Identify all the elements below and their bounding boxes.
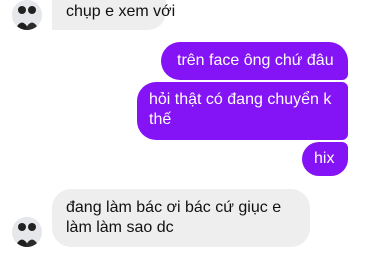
message-text: hỏi thật có đang chuyển k thế — [149, 91, 332, 128]
message-text: đang làm bác ơi bác cứ giục e làm làm sa… — [66, 199, 282, 236]
message-bubble-outgoing[interactable]: hỏi thật có đang chuyển k thế — [137, 82, 348, 140]
contact-avatar-icon[interactable] — [12, 217, 42, 247]
message-bubble-outgoing[interactable]: trên face ông chứ đâu — [161, 42, 348, 80]
message-text: hix — [314, 150, 335, 167]
message-bubble-incoming[interactable]: đang làm bác ơi bác cứ giục e làm làm sa… — [52, 189, 310, 247]
message-text: chụp e xem với — [66, 3, 176, 20]
contact-avatar-icon[interactable] — [12, 0, 42, 30]
message-bubble-outgoing[interactable]: hix — [302, 142, 348, 176]
message-bubble-incoming[interactable]: chụp e xem với — [52, 0, 175, 30]
chat-screen: { "conversation": { "messages": [ {"send… — [0, 0, 374, 257]
message-text: trên face ông chứ đâu — [177, 52, 334, 69]
